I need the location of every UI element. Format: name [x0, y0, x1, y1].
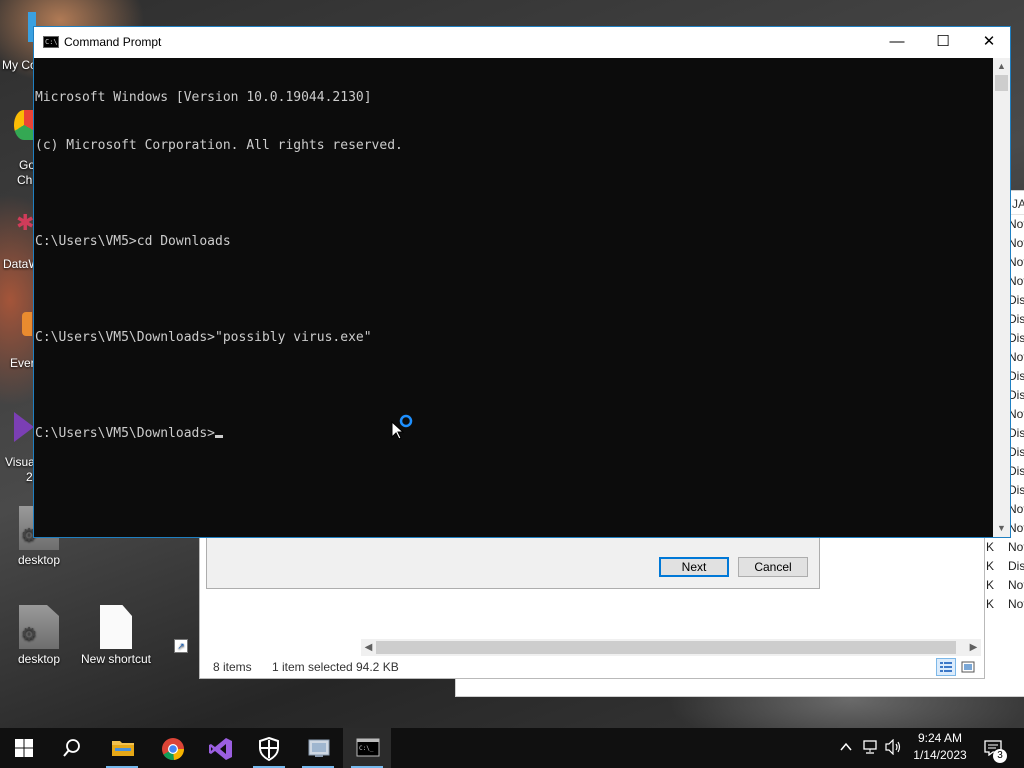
selection-count: 1 item selected [272, 660, 353, 674]
taskbar-visual-studio[interactable] [196, 728, 244, 768]
console-line: Microsoft Windows [Version 10.0.19044.21… [35, 90, 372, 105]
selection-size: 94.2 KB [356, 660, 399, 674]
visual-studio-icon [209, 738, 232, 760]
wizard-button-bar: Next Cancel [206, 538, 820, 589]
volume-icon[interactable] [885, 739, 903, 755]
console-line: C:\Users\VM5\Downloads>"possibly virus.e… [35, 330, 372, 345]
vertical-scrollbar[interactable]: ▲ ▼ [993, 58, 1010, 537]
command-prompt-icon: C:\ [43, 36, 59, 48]
scrollbar-thumb[interactable] [995, 75, 1008, 91]
windows-security-icon [259, 737, 279, 761]
taskbar: C:\_ 9:24 AM 1/14/2023 3 [0, 728, 1024, 768]
list-cell-status: Not [1008, 597, 1024, 611]
window-title: Command Prompt [64, 35, 162, 49]
file-explorer-icon [112, 741, 134, 756]
chevron-up-icon[interactable] [840, 741, 852, 753]
taskbar-command-prompt[interactable]: C:\_ [343, 728, 391, 768]
desktop-icon-label: desktop [17, 553, 61, 567]
scroll-right-icon[interactable]: ▶ [966, 639, 981, 656]
list-row[interactable]: K Not [982, 576, 1024, 595]
console-prompt: C:\Users\VM5\Downloads> [35, 426, 216, 441]
clock[interactable]: 9:24 AM 1/14/2023 [905, 730, 975, 764]
taskbar-windows-security[interactable] [245, 728, 293, 768]
everything-icon[interactable] [22, 312, 32, 336]
console-line: C:\Users\VM5>cd Downloads [35, 234, 231, 249]
text-cursor [215, 435, 224, 438]
command-prompt-icon: C:\_ [356, 738, 380, 757]
gear-icon: ⚙ [21, 624, 38, 644]
chrome-icon [162, 738, 185, 761]
search-button[interactable] [48, 728, 96, 768]
list-row[interactable]: K Not [982, 595, 1024, 614]
list-row[interactable]: K Not [982, 538, 1024, 557]
desktop-icon-label[interactable]: Ever [10, 356, 35, 370]
file-icon: ⚙ [19, 605, 59, 649]
file-explorer-window[interactable]: Next Cancel ◀ ▶ 8 items 1 item selected … [199, 537, 985, 679]
horizontal-scrollbar[interactable]: ◀ ▶ [361, 639, 981, 656]
cancel-button[interactable]: Cancel [738, 557, 808, 577]
desktop-icon-label[interactable]: Visua [5, 455, 35, 469]
desktop-icon-label: New shortcut [80, 652, 152, 666]
scroll-left-icon[interactable]: ◀ [361, 639, 376, 656]
list-row[interactable]: K Dis [982, 557, 1024, 576]
busy-cursor-icon [391, 414, 413, 439]
console-prompt-line: C:\Users\VM5\Downloads> [35, 426, 993, 442]
console-output[interactable]: Microsoft Windows [Version 10.0.19044.21… [34, 58, 993, 537]
list-cell-type: K [986, 578, 995, 592]
scrollbar-thumb[interactable] [376, 641, 956, 654]
console-line: (c) Microsoft Corporation. All rights re… [35, 138, 403, 153]
close-button[interactable]: ✕ [966, 27, 1012, 58]
taskbar-control-panel[interactable] [294, 728, 342, 768]
list-cell-status: Not [1008, 540, 1024, 554]
start-button[interactable] [0, 728, 48, 768]
desktop-icon-desktop[interactable]: ⚙ desktop [3, 605, 75, 666]
control-panel-icon [308, 739, 330, 757]
status-bar: 8 items 1 item selected 94.2 KB [200, 656, 984, 678]
item-count: 8 items [213, 660, 252, 674]
search-icon [63, 739, 80, 757]
list-cell-status: Dis [1008, 559, 1024, 573]
taskbar-file-explorer[interactable] [98, 728, 146, 768]
clock-time: 9:24 AM [917, 731, 963, 745]
scroll-down-icon[interactable]: ▼ [993, 520, 1010, 537]
title-bar[interactable]: C:\ Command Prompt — ☐ ✕ [34, 27, 1010, 58]
shortcut-arrow-icon: ↗ [174, 639, 188, 653]
desktop-icon-label[interactable]: 2 [26, 470, 33, 484]
list-cell-type: K [986, 597, 995, 611]
desktop-icon-label[interactable]: Ch [17, 173, 32, 187]
chrome-icon[interactable] [14, 110, 34, 140]
network-icon[interactable] [862, 739, 880, 755]
taskbar-chrome[interactable] [148, 728, 196, 768]
maximize-button[interactable]: ☐ [920, 27, 966, 58]
large-icons-view-icon[interactable] [958, 658, 978, 676]
next-button[interactable]: Next [659, 557, 729, 577]
minimize-button[interactable]: — [874, 27, 920, 58]
start-icon [15, 739, 33, 757]
desktop-icon-label[interactable]: My Co [2, 58, 37, 72]
datawizard-icon[interactable]: ✱ [16, 210, 34, 236]
notification-badge: 3 [993, 749, 1007, 763]
command-prompt-window[interactable]: C:\ Command Prompt — ☐ ✕ Microsoft Windo… [33, 26, 1011, 538]
desktop-icon-label: desktop [17, 652, 61, 666]
clock-date: 1/14/2023 [913, 748, 967, 762]
list-cell-type: K [986, 540, 995, 554]
list-cell-status: Not [1008, 578, 1024, 592]
list-cell-type: K [986, 559, 995, 573]
scroll-up-icon[interactable]: ▲ [993, 58, 1010, 75]
file-icon [100, 605, 132, 649]
details-view-icon[interactable] [936, 658, 956, 676]
svg-text:C:\_: C:\_ [359, 745, 374, 752]
desktop-icon-new-shortcut[interactable]: ↗ New shortcut [80, 605, 188, 666]
